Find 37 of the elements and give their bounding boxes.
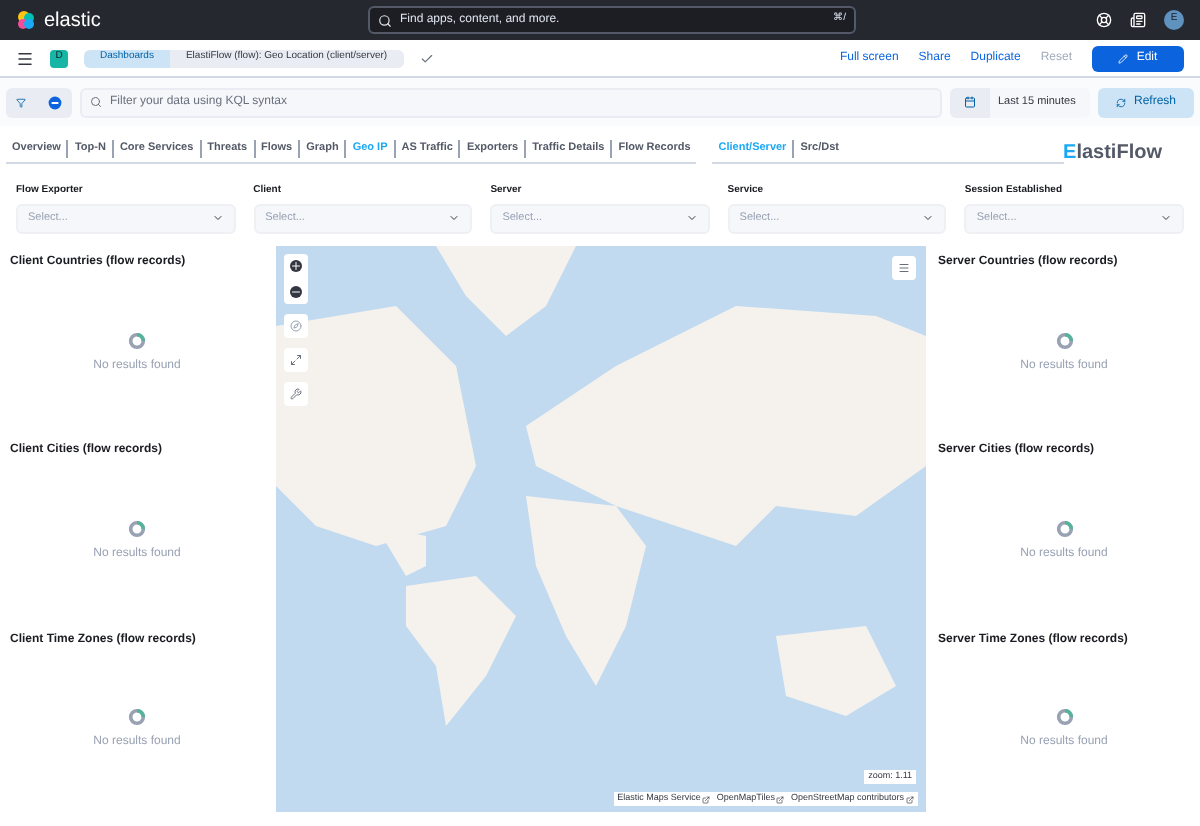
loading-icon: [128, 331, 146, 350]
zoom-out-icon[interactable]: [290, 285, 302, 298]
chevron-down-icon: [922, 212, 935, 224]
chevron-down-icon: [1159, 212, 1172, 224]
help-icon[interactable]: [1096, 12, 1112, 28]
layers-button[interactable]: [892, 256, 916, 280]
chevron-down-icon: [685, 212, 698, 224]
search-icon: [90, 96, 102, 108]
loading-icon: [128, 519, 146, 538]
brand-logo: ElastiFlow: [1063, 139, 1162, 167]
logo-text: elastic: [44, 7, 101, 35]
chevron-down-icon: [448, 212, 461, 224]
external-link-icon: [906, 795, 914, 804]
loading-icon: [128, 708, 146, 727]
calendar-icon[interactable]: [964, 96, 976, 108]
check-icon: [419, 51, 434, 65]
zoom-control[interactable]: [284, 254, 308, 304]
filter-button-group[interactable]: [6, 87, 72, 117]
compass-icon: [290, 320, 302, 332]
chevron-down-icon: [211, 212, 224, 224]
external-link-icon: [776, 795, 785, 804]
toggle-icon[interactable]: [47, 95, 62, 109]
refresh-icon: [1115, 97, 1126, 107]
wrench-icon: [290, 388, 302, 400]
filter-icon[interactable]: [16, 97, 27, 107]
loading-icon: [1055, 331, 1073, 350]
layers-icon: [898, 262, 910, 274]
search-icon: [378, 13, 392, 27]
external-link-icon: [702, 795, 711, 804]
fit-bounds-button[interactable]: [284, 348, 308, 372]
pencil-icon: [1118, 53, 1129, 63]
zoom-in-icon[interactable]: [290, 260, 302, 273]
logo-icon: [16, 10, 36, 30]
menu-icon[interactable]: [16, 49, 34, 67]
loading-icon: [1055, 708, 1073, 727]
news-icon[interactable]: [1130, 12, 1146, 28]
loading-icon: [1055, 519, 1073, 538]
